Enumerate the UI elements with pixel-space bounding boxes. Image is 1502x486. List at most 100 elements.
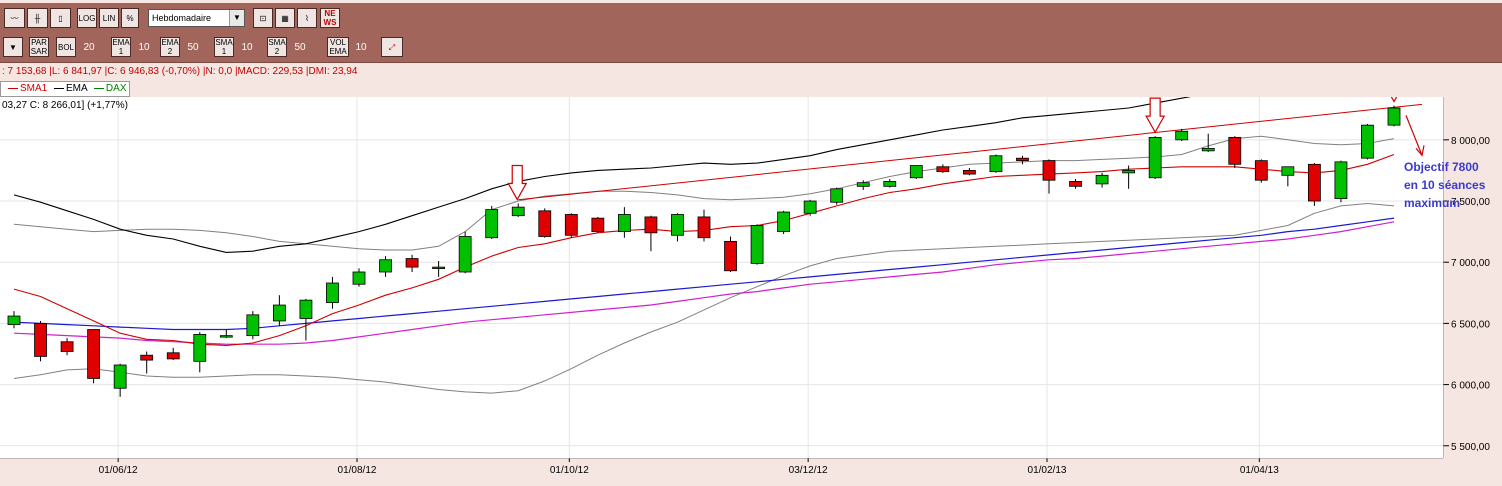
candle-up xyxy=(750,225,764,264)
ema1-value[interactable]: 10 xyxy=(134,37,154,57)
candle-down xyxy=(166,352,180,360)
y-tick-label: 6 000,00 xyxy=(1451,381,1490,392)
chart-legend: SMA1 EMA DAX xyxy=(0,81,131,97)
drawing-tool-icon[interactable]: ⤢ xyxy=(381,37,403,57)
candle-up xyxy=(299,299,313,319)
resistance-trendline xyxy=(518,103,1423,201)
down-arrow-marker xyxy=(1145,97,1166,134)
sma1-button[interactable]: SMA 1 xyxy=(214,37,234,57)
price-info-label: 03,27 C: 8 266,01] (+1,77%) xyxy=(2,100,128,111)
candle-up xyxy=(856,182,870,187)
x-tick-label: 01/08/12 xyxy=(338,465,377,476)
indicator-panel-icon[interactable]: ⌇ xyxy=(297,8,317,28)
period-select[interactable]: Hebdomadaire ▼ xyxy=(148,9,245,27)
candle-up xyxy=(1175,130,1189,141)
candle-down xyxy=(564,214,578,236)
filter-icon[interactable]: ▼ xyxy=(3,37,23,57)
candle-up xyxy=(246,314,260,337)
candle-down xyxy=(1254,160,1268,181)
candle-up xyxy=(830,188,844,203)
candle-up xyxy=(1387,107,1401,126)
sma2-button[interactable]: SMA 2 xyxy=(267,37,287,57)
down-arrow-marker xyxy=(1383,66,1405,103)
candle-down xyxy=(1228,136,1242,165)
legend-label-ema: EMA xyxy=(66,83,88,94)
candle-up xyxy=(1122,170,1136,174)
candle-up xyxy=(272,304,286,322)
parsar-button[interactable]: PAR SAR xyxy=(29,37,49,57)
down-arrow-marker xyxy=(507,164,528,201)
candle-down xyxy=(538,210,552,237)
candle-up xyxy=(1361,124,1374,159)
candle-down xyxy=(405,258,419,268)
ema2-button[interactable]: EMA 2 xyxy=(160,37,180,57)
target-annotation: Objectif 7800 en 10 séances maximum xyxy=(1404,158,1485,212)
y-tick-label: 5 500,00 xyxy=(1451,442,1490,453)
legend-swatch-ema xyxy=(54,87,65,89)
candle-up xyxy=(113,364,127,389)
candle-up xyxy=(1281,166,1295,176)
candle-down xyxy=(1042,160,1056,181)
lin-button[interactable]: LIN xyxy=(99,8,119,28)
y-tick-label: 8 000,00 xyxy=(1451,136,1490,147)
annotation-line-3: maximum xyxy=(1404,196,1461,210)
ema2-value[interactable]: 50 xyxy=(183,37,203,57)
ohlc-status-line: : 7 153,68 |L: 6 841,97 |C: 6 946,83 (-0… xyxy=(2,66,358,77)
legend-swatch-dax xyxy=(93,87,104,89)
line-chart-icon[interactable]: 〰 xyxy=(4,8,25,28)
main-toolbar: 〰 ╫ ▯ LOG LIN % Hebdomadaire ▼ ⊡ ▦ ⌇ NE W… xyxy=(0,3,1502,34)
candle-up xyxy=(193,334,207,362)
bar-chart-icon[interactable]: ╫ xyxy=(27,8,48,28)
annotation-line-2: en 10 séances xyxy=(1404,178,1486,192)
candle-down xyxy=(724,240,737,272)
compare-icon[interactable]: ⊡ xyxy=(253,8,273,28)
candle-up xyxy=(1148,136,1162,179)
x-tick-label: 01/02/13 xyxy=(1028,465,1067,476)
candle-down xyxy=(697,216,711,239)
projection-arrow xyxy=(1405,115,1423,156)
price-chart-area[interactable] xyxy=(0,66,1443,458)
ema1-button[interactable]: EMA 1 xyxy=(111,37,131,57)
candle-down xyxy=(60,341,74,352)
candle-down xyxy=(1069,181,1082,187)
x-tick-label: 01/04/13 xyxy=(1240,465,1279,476)
log-button[interactable]: LOG xyxy=(77,8,97,28)
percent-button[interactable]: % xyxy=(121,8,139,28)
volema-value[interactable]: 10 xyxy=(351,37,371,57)
candle-up xyxy=(485,209,499,239)
y-axis: 5 500,00 6 000,00 6 500,00 7 000,00 7 500,00… xyxy=(1442,97,1502,458)
candle-chart-icon[interactable]: ▯ xyxy=(50,8,71,28)
candle-up xyxy=(1201,147,1215,152)
x-tick-label: 01/06/12 xyxy=(99,465,138,476)
y-tick-label: 6 500,00 xyxy=(1451,319,1490,330)
sma1-value[interactable]: 10 xyxy=(237,37,257,57)
bol-button[interactable]: BOL xyxy=(56,37,76,57)
candle-up xyxy=(883,181,897,187)
candle-up xyxy=(909,165,923,179)
candle-up xyxy=(379,259,392,273)
candle-up xyxy=(617,214,631,233)
news-icon[interactable]: NE WS xyxy=(320,8,340,28)
candle-down xyxy=(591,217,605,233)
x-axis: 01/06/12 01/08/12 01/10/12 03/12/12 01/02/13… xyxy=(0,457,1443,481)
candlestick-chart[interactable] xyxy=(0,66,1443,458)
sma1-line xyxy=(13,153,1395,346)
volema-button[interactable]: VOL EMA xyxy=(327,37,349,57)
candle-up xyxy=(1095,174,1109,185)
candle-up xyxy=(803,200,817,214)
candle-up xyxy=(1334,161,1348,199)
annotation-line-1: Objectif 7800 xyxy=(1404,160,1479,174)
candle-down xyxy=(962,170,976,175)
sma2-value[interactable]: 50 xyxy=(290,37,310,57)
color-grid-icon[interactable]: ▦ xyxy=(275,8,295,28)
candle-down xyxy=(1016,157,1029,162)
indicator-toolbar: ▼ PAR SAR BOL 20 EMA 1 10 EMA 2 50 SMA 1… xyxy=(0,32,1502,63)
chevron-down-icon[interactable]: ▼ xyxy=(229,10,244,26)
y-tick-label: 7 000,00 xyxy=(1451,258,1490,269)
candle-down xyxy=(34,322,47,357)
x-tick-label: 01/10/12 xyxy=(550,465,589,476)
candle-up xyxy=(352,271,366,285)
candle-up xyxy=(7,315,21,326)
candle-up xyxy=(326,282,339,303)
bol-value[interactable]: 20 xyxy=(79,37,99,57)
